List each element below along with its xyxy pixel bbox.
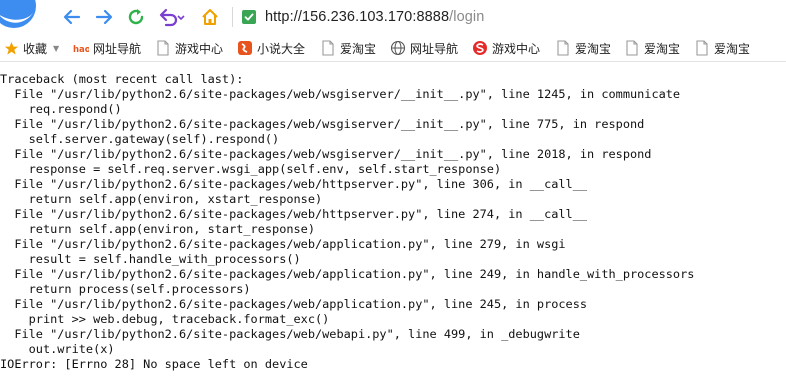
- traceback-line: File "/usr/lib/python2.6/site-packages/w…: [0, 87, 681, 101]
- forward-button[interactable]: [92, 5, 116, 29]
- url-text[interactable]: http://156.236.103.170:8888/login: [265, 9, 484, 25]
- bookmark-label: 爱淘宝: [714, 41, 751, 56]
- traceback-line: req.respond(): [0, 102, 122, 116]
- home-icon: [202, 9, 218, 25]
- bookmark-label: 网址导航: [410, 41, 459, 56]
- page-icon: [155, 40, 171, 56]
- bookmark-label: 游戏中心: [175, 41, 224, 56]
- bookmark-label: 爱淘宝: [575, 41, 612, 56]
- chevron-down-icon: ▼: [53, 43, 60, 53]
- page-icon: [320, 40, 336, 56]
- undo-close-tab-button[interactable]: [156, 5, 188, 29]
- url-host: http://156.236.103.170:8888: [265, 9, 450, 25]
- page-icon: [694, 40, 710, 56]
- traceback-line: return process(self.processors): [0, 282, 251, 296]
- traceback-line: out.write(x): [0, 342, 115, 356]
- error-message: IOError: [Errno 28] No space left on dev…: [0, 357, 308, 371]
- traceback-line: File "/usr/lib/python2.6/site-packages/w…: [0, 237, 566, 251]
- traceback-line: response = self.req.server.wsgi_app(self…: [0, 162, 502, 176]
- traceback-line: return self.app(environ, xstart_response…: [0, 192, 323, 206]
- undo-icon: [159, 8, 185, 27]
- refresh-icon: [128, 9, 144, 25]
- shield-check-icon[interactable]: [241, 9, 257, 25]
- bookmark-label: 游戏中心: [492, 41, 541, 56]
- url-path: /login: [449, 9, 485, 25]
- bookmark-taobao-4[interactable]: 爱淘宝: [694, 34, 750, 62]
- bookmark-novels[interactable]: 小说大全: [237, 34, 305, 62]
- bookmark-label: 收藏: [23, 41, 48, 56]
- bookmark-web-nav[interactable]: 网址导航: [390, 34, 458, 62]
- traceback-line: Traceback (most recent call last):: [0, 72, 244, 86]
- arrow-right-icon: [95, 9, 113, 25]
- bookmark-label: 爱淘宝: [340, 41, 377, 56]
- page-icon: [555, 40, 571, 56]
- bookmark-favorites[interactable]: 收藏 ▼: [3, 34, 59, 62]
- traceback-line: return self.app(environ, start_response): [0, 222, 315, 236]
- arrow-left-icon: [63, 9, 81, 25]
- traceback-line: File "/usr/lib/python2.6/site-packages/w…: [0, 267, 695, 281]
- traceback-line: print >> web.debug, traceback.format_exc…: [0, 312, 330, 326]
- game-icon: [472, 40, 488, 56]
- address-bar[interactable]: http://156.236.103.170:8888/login: [232, 4, 786, 30]
- svg-text:hao: hao: [73, 45, 89, 55]
- star-icon: [3, 40, 19, 56]
- bookmark-taobao[interactable]: 爱淘宝: [320, 34, 376, 62]
- traceback-line: result = self.handle_with_processors(): [0, 252, 301, 266]
- hao-icon: hao: [73, 40, 89, 56]
- bookmark-label: 小说大全: [257, 41, 306, 56]
- bookmark-label: 爱淘宝: [644, 41, 681, 56]
- traceback-line: File "/usr/lib/python2.6/site-packages/w…: [0, 177, 588, 191]
- bookmark-taobao-2[interactable]: 爱淘宝: [555, 34, 611, 62]
- traceback-line: File "/usr/lib/python2.6/site-packages/w…: [0, 207, 588, 221]
- bookmark-taobao-3[interactable]: 爱淘宝: [624, 34, 680, 62]
- bookmarks-bar: 收藏 ▼ hao 网址导航 游戏中心 小说大全 爱淘宝 网址导航 游戏中心 爱淘…: [0, 34, 786, 62]
- browser-logo-icon[interactable]: [0, 0, 46, 34]
- bookmark-hao123[interactable]: hao 网址导航: [73, 34, 141, 62]
- traceback-line: File "/usr/lib/python2.6/site-packages/w…: [0, 117, 645, 131]
- back-button[interactable]: [60, 5, 84, 29]
- address-divider: [232, 7, 233, 27]
- globe-icon: [390, 40, 406, 56]
- browser-toolbar: http://156.236.103.170:8888/login: [0, 0, 786, 34]
- bookmark-game-center[interactable]: 游戏中心: [155, 34, 223, 62]
- bookmark-game-center-2[interactable]: 游戏中心: [472, 34, 540, 62]
- home-button[interactable]: [198, 5, 222, 29]
- novel-icon: [237, 40, 253, 56]
- traceback-line: self.server.gateway(self).respond(): [0, 132, 280, 146]
- page-icon: [624, 40, 640, 56]
- bookmark-label: 网址导航: [93, 41, 142, 56]
- traceback-line: File "/usr/lib/python2.6/site-packages/w…: [0, 147, 652, 161]
- refresh-button[interactable]: [124, 5, 148, 29]
- traceback-line: File "/usr/lib/python2.6/site-packages/w…: [0, 327, 580, 341]
- traceback-line: File "/usr/lib/python2.6/site-packages/w…: [0, 297, 588, 311]
